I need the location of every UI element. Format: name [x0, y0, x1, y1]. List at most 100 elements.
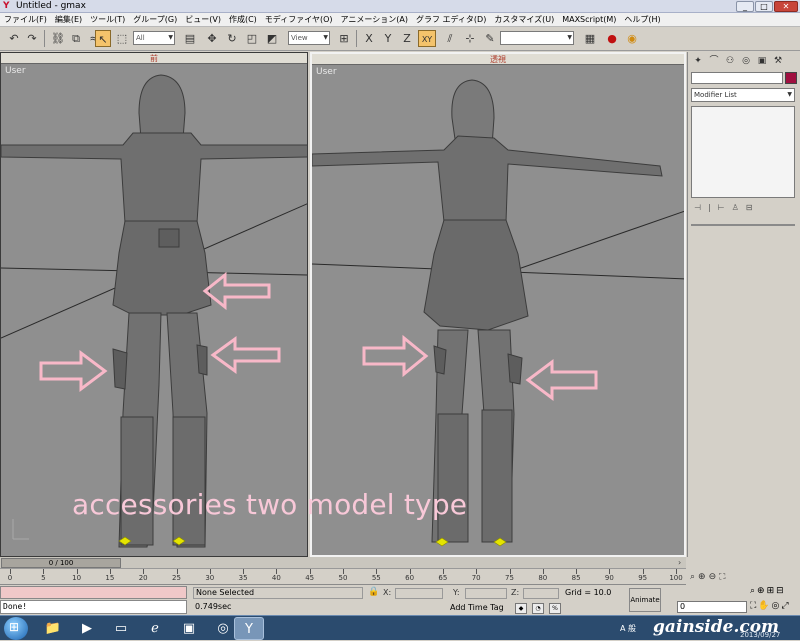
track-tick-label: 80: [538, 574, 548, 582]
track-tick-label: 25: [172, 574, 181, 582]
track-tick-label: 90: [604, 574, 614, 582]
restrict-x-button[interactable]: X: [361, 30, 377, 47]
current-frame-field[interactable]: 0: [677, 601, 747, 613]
render-time-status: 0.749sec: [195, 602, 232, 611]
x-coordinate-field[interactable]: [395, 588, 443, 599]
menu-graph-editors[interactable]: グラフ エディタ(D): [412, 13, 490, 27]
modify-tab-icon[interactable]: ⌒: [707, 54, 721, 68]
maxscript-listener-output[interactable]: Done!: [0, 600, 187, 614]
percent-snap-icon[interactable]: %: [549, 603, 561, 614]
explorer-taskbar-icon[interactable]: 📁: [38, 617, 68, 640]
display-taskbar-icon[interactable]: ▭: [106, 617, 136, 640]
link-icon[interactable]: ⛓: [50, 30, 66, 47]
pivot-center-icon[interactable]: ⊞: [336, 30, 352, 47]
angle-snap-icon[interactable]: ◔: [532, 603, 544, 614]
start-button[interactable]: ⊞: [4, 617, 28, 640]
maximize-button[interactable]: □: [755, 1, 773, 12]
ie-taskbar-icon[interactable]: ℯ: [140, 617, 170, 640]
display-tab-icon[interactable]: ▣: [755, 54, 769, 68]
menu-group[interactable]: グループ(G): [129, 13, 181, 27]
track-tick-label: 50: [338, 574, 348, 582]
move-icon[interactable]: ✥: [204, 30, 220, 47]
viewport-nav-icons[interactable]: ⌕⊕⊖⛶: [690, 571, 796, 583]
menu-animation[interactable]: アニメーション(A): [337, 13, 412, 27]
gmax-logo-icon[interactable]: Y: [3, 1, 13, 11]
track-tick-label: 0: [7, 574, 13, 582]
x-label: X:: [383, 588, 392, 597]
edit-named-selections-icon[interactable]: ✎: [482, 30, 498, 47]
restrict-y-button[interactable]: Y: [380, 30, 396, 47]
perspective-viewport[interactable]: 透視 User: [310, 52, 686, 557]
material-editor-icon[interactable]: ▦: [582, 30, 598, 47]
quick-render-icon[interactable]: ◉: [624, 30, 640, 47]
align-icon[interactable]: ⊹: [462, 30, 478, 47]
add-time-tag-button[interactable]: Add Time Tag: [450, 603, 504, 612]
axis-tripod: [12, 519, 29, 540]
time-slider-thumb[interactable]: 0 / 100: [1, 558, 121, 568]
time-slider[interactable]: 0 / 100 ›: [0, 557, 686, 569]
maxscript-listener-input[interactable]: [0, 586, 187, 599]
region-select-icon[interactable]: ⬚: [114, 30, 130, 47]
z-coordinate-field[interactable]: [523, 588, 559, 599]
track-tick-label: 40: [271, 574, 281, 582]
track-tick-label: 20: [138, 574, 148, 582]
object-color-swatch[interactable]: [785, 72, 797, 84]
create-tab-icon[interactable]: ✦: [691, 54, 705, 68]
close-button[interactable]: ✕: [774, 1, 798, 12]
track-tick-label: 70: [471, 574, 481, 582]
reference-coordinate-select[interactable]: View: [288, 31, 330, 45]
scale-flyout-icon[interactable]: ◩: [264, 30, 280, 47]
undo-icon[interactable]: ↶: [6, 30, 22, 47]
restrict-xy-button[interactable]: XY: [418, 30, 436, 47]
next-frame-icon[interactable]: ›: [678, 557, 681, 569]
modifier-stack[interactable]: [691, 106, 795, 198]
scale-icon[interactable]: ◰: [244, 30, 260, 47]
zoom-controls[interactable]: ⌕⊕⊞⊟: [750, 586, 800, 598]
menu-tools[interactable]: ツール(T): [86, 13, 129, 27]
media-player-taskbar-icon[interactable]: ▶: [72, 617, 102, 640]
mirror-icon[interactable]: ⫽: [442, 30, 458, 47]
system-clock[interactable]: 2013/09/27: [740, 631, 780, 639]
language-indicator[interactable]: A 般: [620, 623, 636, 634]
track-tick-label: 75: [505, 574, 514, 582]
window-title: Untitled - gmax: [16, 1, 86, 11]
menu-view[interactable]: ビュー(V): [181, 13, 225, 27]
selection-filter-select[interactable]: All: [133, 31, 175, 45]
track-tick-label: 85: [571, 574, 581, 582]
named-selection-select[interactable]: [500, 31, 574, 45]
y-coordinate-field[interactable]: [465, 588, 507, 599]
app-taskbar-icon[interactable]: ▣: [174, 617, 204, 640]
render-scene-icon[interactable]: ●: [604, 30, 620, 47]
playback-controls[interactable]: [662, 588, 676, 612]
selection-lock-icon[interactable]: 🔒: [368, 587, 379, 597]
modifier-list-select[interactable]: Modifier List: [691, 88, 795, 102]
menu-create[interactable]: 作成(C): [225, 13, 261, 27]
track-bar[interactable]: 0 5 10 15 20 25 30 35 40 45 50 55 60 65 70 75 80 85 90 95 10…: [0, 569, 686, 585]
redo-icon[interactable]: ↷: [24, 30, 40, 47]
rotate-icon[interactable]: ↻: [224, 30, 240, 47]
taskbar: ⊞ 📁 ▶ ▭ ℯ ▣ ◎ Y A 般 gainside.com 2013/09…: [0, 615, 800, 640]
gmax-taskbar-icon[interactable]: Y: [234, 617, 264, 640]
restrict-z-button[interactable]: Z: [399, 30, 415, 47]
command-panel: ✦ ⌒ ⚇ ◎ ▣ ⚒ Modifier List ⊣|⊢♙⊟: [687, 52, 800, 557]
unlink-icon[interactable]: ⧉: [68, 30, 84, 47]
snap-toggle-icon[interactable]: ◆: [515, 603, 527, 614]
hierarchy-tab-icon[interactable]: ⚇: [723, 54, 737, 68]
object-name-field[interactable]: [691, 72, 783, 84]
menu-file[interactable]: ファイル(F): [0, 13, 51, 27]
select-by-name-icon[interactable]: ▤: [182, 30, 198, 47]
stack-buttons[interactable]: ⊣|⊢♙⊟: [694, 203, 794, 217]
track-tick-label: 5: [41, 574, 46, 582]
pan-orbit-controls[interactable]: ⛶✋◎⤢: [750, 601, 800, 613]
menu-help[interactable]: ヘルプ(H): [620, 13, 664, 27]
menu-customize[interactable]: カスタマイズ(U): [490, 13, 558, 27]
select-object-icon[interactable]: ↖: [95, 30, 111, 47]
motion-tab-icon[interactable]: ◎: [739, 54, 753, 68]
minimize-button[interactable]: _: [736, 1, 754, 12]
menu-edit[interactable]: 編集(E): [51, 13, 86, 27]
front-viewport[interactable]: 前 User: [0, 52, 308, 557]
animate-button[interactable]: Animate: [629, 588, 661, 612]
utilities-tab-icon[interactable]: ⚒: [771, 54, 785, 68]
menu-modifiers[interactable]: モディファイヤ(O): [261, 13, 337, 27]
menu-maxscript[interactable]: MAXScript(M): [558, 13, 620, 27]
